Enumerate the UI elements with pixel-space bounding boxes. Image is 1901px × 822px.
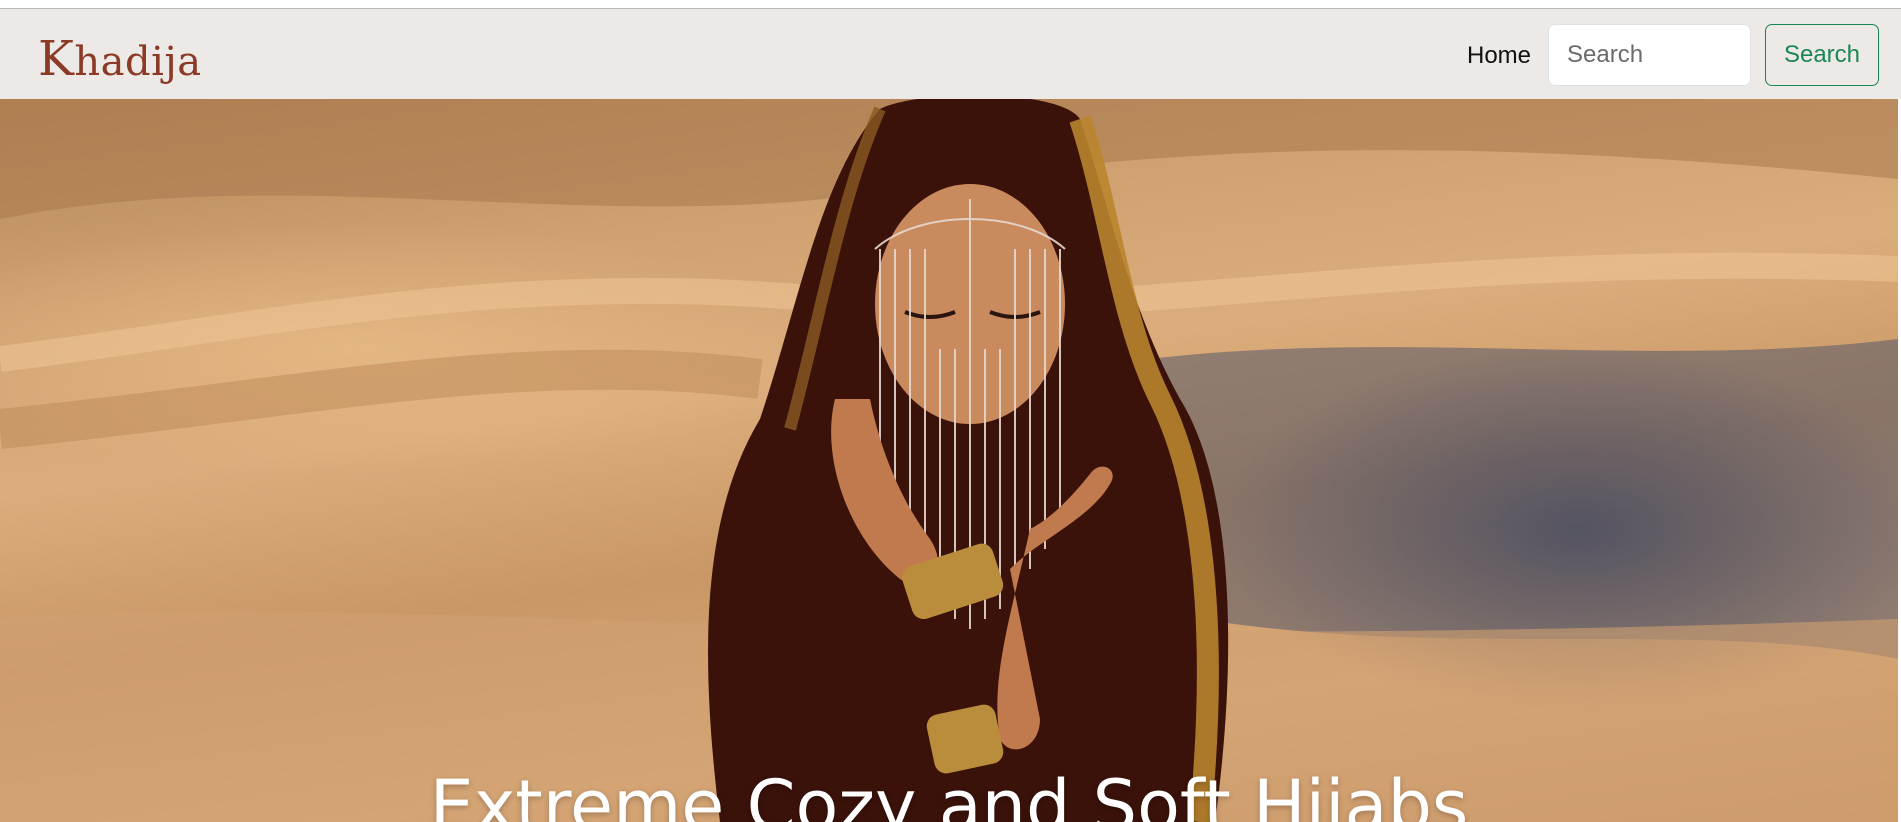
hero-photo	[0, 99, 1898, 822]
browser-top-edge	[0, 0, 1901, 9]
hero-heading: Extreme Cozy and Soft Hijabs	[429, 765, 1469, 822]
hero-banner: Extreme Cozy and Soft Hijabs	[0, 99, 1898, 822]
search-input[interactable]	[1548, 24, 1751, 86]
dune-shadow-left	[0, 349, 763, 449]
navbar: Khadija Home Search	[0, 9, 1901, 99]
brand-logo-text: hadija	[74, 39, 202, 85]
brand-logo-initial: K	[38, 31, 75, 87]
dune-shadow-right	[1150, 339, 1898, 659]
nav-link-home[interactable]: Home	[1467, 42, 1531, 70]
brand-logo[interactable]: Khadija	[38, 31, 202, 87]
search-button[interactable]: Search	[1765, 24, 1879, 86]
